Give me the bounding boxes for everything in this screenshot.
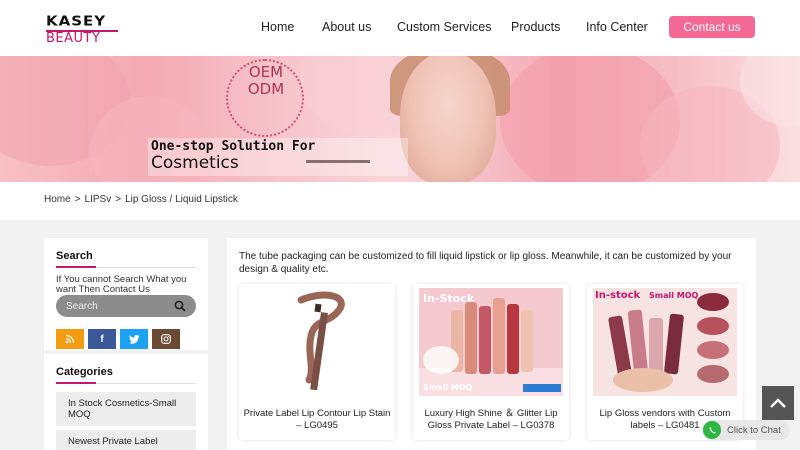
breadcrumb-separator: >: [74, 194, 81, 205]
nav-custom-services[interactable]: Custom Services: [397, 20, 491, 34]
nav-home[interactable]: Home: [261, 20, 294, 34]
oem-text-line: OEM: [248, 63, 284, 81]
breadcrumb-home[interactable]: Home: [44, 194, 71, 205]
search-description: If You cannot Search What you want Then …: [56, 274, 187, 295]
category-in-stock[interactable]: In Stock Cosmetics-Small MOQ: [56, 392, 196, 426]
breadcrumb-current[interactable]: Lip Gloss / Liquid Lipstick: [125, 194, 238, 205]
twitter-icon[interactable]: [120, 329, 148, 349]
underline-accent: [56, 266, 96, 268]
lip-gloss-tubes-illustration: In-Stock Small MOQ: [419, 288, 563, 396]
lip-gloss-swatches-illustration: In-stock Small MOQ: [593, 288, 737, 396]
search-input[interactable]: [66, 299, 176, 313]
chat-label: Click to Chat: [727, 424, 781, 436]
category-newest-private-label[interactable]: Newest Private Label: [56, 430, 196, 450]
search-title: Search: [56, 250, 93, 262]
search-box: [56, 295, 196, 317]
twitter-glyph: [128, 334, 139, 344]
back-to-top-button[interactable]: [762, 386, 794, 420]
product-image: In-Stock Small MOQ: [419, 288, 563, 396]
slogan-line-2: Cosmetics: [151, 153, 239, 173]
small-moq-badge: Small MOQ: [423, 383, 473, 392]
small-moq-badge: Small MOQ: [649, 291, 699, 300]
instagram-glyph: [161, 334, 171, 344]
click-to-chat-button[interactable]: Click to Chat: [702, 420, 790, 440]
category-intro: The tube packaging can be customized to …: [239, 251, 732, 275]
product-card[interactable]: In-Stock Small MOQ Luxury High Shine ＆ G…: [413, 284, 569, 440]
breadcrumb-lips[interactable]: LIPSv: [85, 194, 112, 205]
site-header: KASEY BEAUTY Home About us Custom Servic…: [0, 0, 800, 56]
title-underline: [56, 382, 196, 384]
breadcrumb: Home > LIPSv > Lip Gloss / Liquid Lipstick: [44, 194, 238, 205]
title-underline: [56, 266, 196, 268]
rss-icon[interactable]: [56, 329, 84, 349]
breadcrumb-separator: >: [115, 194, 122, 205]
instagram-icon[interactable]: [152, 329, 180, 349]
in-stock-badge: In-stock: [595, 290, 641, 301]
odm-text-line: ODM: [247, 80, 285, 98]
model-face: [400, 56, 496, 182]
product-list-panel: The tube packaging can be customized to …: [227, 238, 756, 450]
oem-odm-text: OEM ODM: [234, 64, 298, 98]
rss-glyph: [65, 334, 75, 344]
categories-title: Categories: [56, 366, 113, 378]
nav-products[interactable]: Products: [511, 20, 560, 34]
chevron-up-icon: [770, 398, 786, 408]
underline-accent: [56, 382, 96, 384]
product-title[interactable]: Luxury High Shine ＆ Glitter Lip Gloss Pr…: [417, 408, 565, 432]
hero-banner[interactable]: OEM ODM One-stop Solution For Cosmetics: [0, 56, 800, 182]
breadcrumb-bar: Home > LIPSv > Lip Gloss / Liquid Lipstick: [0, 182, 800, 220]
lip-pencil-illustration: [245, 288, 389, 396]
product-card[interactable]: Private Label Lip Contour Lip Stain – LG…: [239, 284, 395, 440]
contact-us-button[interactable]: Contact us: [669, 16, 755, 38]
whatsapp-icon: [703, 421, 721, 439]
nav-info-center[interactable]: Info Center: [586, 20, 648, 34]
sidebar-search-card: Search If You cannot Search What you wan…: [44, 238, 208, 350]
facebook-icon[interactable]: f: [88, 329, 116, 349]
search-icon[interactable]: [174, 300, 186, 312]
product-image: [245, 288, 389, 396]
sidebar-categories-card: Categories In Stock Cosmetics-Small MOQ …: [44, 354, 208, 450]
slider-indicator[interactable]: [306, 160, 370, 163]
nav-about-us[interactable]: About us: [322, 20, 371, 34]
slogan-line-1: One-stop Solution For: [151, 139, 316, 154]
product-title[interactable]: Private Label Lip Contour Lip Stain – LG…: [243, 408, 391, 432]
product-card[interactable]: In-stock Small MOQ Lip Gloss vendors wit…: [587, 284, 743, 440]
phone-glyph: [709, 426, 716, 433]
product-image: In-stock Small MOQ: [593, 288, 737, 396]
in-stock-badge: In-Stock: [423, 292, 475, 305]
